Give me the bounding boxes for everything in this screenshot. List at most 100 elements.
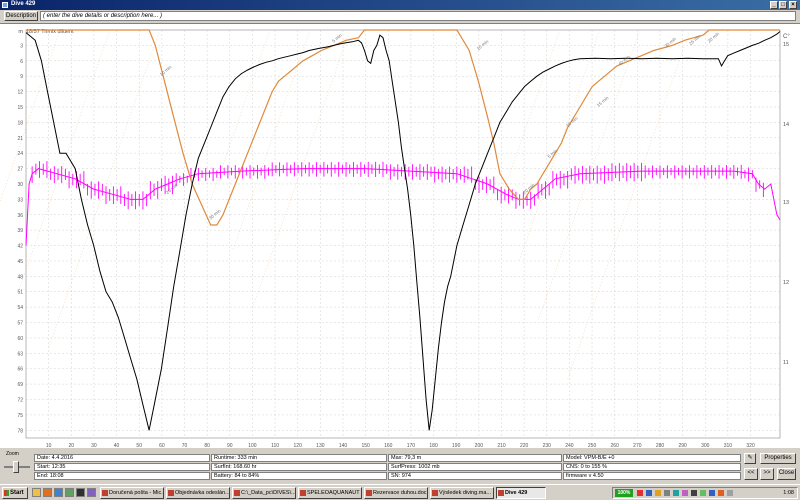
quicklaunch-browser-icon[interactable] — [43, 488, 52, 497]
temperature-tick-label: 13 — [783, 200, 789, 206]
description-button[interactable]: Description — [4, 11, 38, 21]
system-tray: 100% 1:08 — [612, 487, 798, 499]
task-app-icon — [300, 490, 306, 496]
depth-tick-label: 51 — [17, 290, 23, 296]
ceiling-diagonal — [500, 29, 561, 201]
dive-log-window: Dive 429 _ □ × Description ( enter the d… — [0, 0, 800, 500]
dive-profile-plot[interactable]: 3 6 9 12 15 18 21 24 27 30 33 36 39 42 45 48 51 54 57 60 63 6… — [0, 23, 800, 449]
depth-tick-label: 66 — [17, 367, 23, 373]
temperature-tick-label: 15 — [783, 42, 789, 48]
ceiling-diagonal — [18, 29, 111, 291]
depth-tick-label: 45 — [17, 259, 23, 265]
task-label: C:\_Data_pc\DIVES\... — [241, 490, 296, 496]
start-button[interactable]: Start — [2, 487, 28, 499]
depth-tick-label: 72 — [17, 398, 23, 404]
zoom-slider[interactable] — [4, 460, 30, 474]
depth-tick-label: 3 — [20, 43, 23, 49]
tray-messenger-icon[interactable] — [682, 490, 688, 496]
tray-update-icon[interactable] — [655, 490, 661, 496]
properties-button[interactable]: Properties — [760, 453, 796, 464]
tray-volume-icon[interactable] — [664, 490, 670, 496]
tray-power-icon[interactable] — [700, 490, 706, 496]
tray-keyboard-icon[interactable] — [727, 490, 733, 496]
depth-tick-label: 48 — [17, 274, 23, 280]
task-label: SPELEOAQUANAUT - C... — [307, 490, 361, 496]
ppo2-variation-bars — [31, 161, 764, 210]
depth-tick-label: 69 — [17, 382, 23, 388]
tray-network-icon[interactable] — [646, 490, 652, 496]
tray-bluetooth-icon[interactable] — [709, 490, 715, 496]
task-label: Rezervace duhou.doc... — [373, 490, 428, 496]
previous-dive-button[interactable]: << — [744, 468, 758, 480]
task-app-icon — [168, 490, 174, 496]
dive-info-panel: Zoom Date: 4.4.2016 Start: 12:35 End: 18… — [0, 448, 800, 484]
depth-tick-label: 6 — [20, 59, 23, 65]
temperature-tick-label: 14 — [783, 122, 789, 128]
description-bar: Description ( enter the dive details or … — [0, 10, 800, 22]
taskbar-task-button[interactable]: Dive 429 — [496, 487, 546, 499]
next-dive-button[interactable]: >> — [760, 468, 774, 480]
edit-icon[interactable]: ✎ — [744, 453, 756, 464]
task-label: Doručená pošta - Mic... — [109, 490, 164, 496]
task-app-icon — [366, 490, 372, 496]
task-app-icon — [432, 490, 438, 496]
depth-tick-label: 15 — [17, 105, 23, 111]
close-window-button[interactable]: × — [789, 1, 797, 9]
taskbar-task-button[interactable]: C:\_Data_pc\DIVES\... — [232, 487, 296, 499]
depth-tick-label: 42 — [17, 244, 23, 250]
title-bar[interactable]: Dive 429 _ □ × — [0, 0, 800, 10]
tray-sync-icon[interactable] — [673, 490, 679, 496]
ceiling-labels: 10 min20 min30 min5 min10 min20 min40 mi… — [159, 31, 721, 221]
maximize-button[interactable]: □ — [779, 1, 787, 9]
tray-clock: 1:08 — [783, 490, 794, 496]
surfint-field: SurfInt: 168.60 hr — [211, 463, 387, 471]
ceiling-label: 20 min — [707, 31, 721, 44]
depth-tick-label: 21 — [17, 136, 23, 142]
zoom-label: Zoom — [6, 451, 19, 457]
quicklaunch-desktop-icon[interactable] — [76, 488, 85, 497]
depth-tick-label: 27 — [17, 167, 23, 173]
quicklaunch-folder-icon[interactable] — [32, 488, 41, 497]
description-input[interactable]: ( enter the dive details or description … — [40, 11, 796, 21]
battery-indicator: 100% — [615, 489, 633, 497]
ceiling-time-diagonals — [0, 29, 691, 381]
tray-antivirus-icon[interactable] — [637, 490, 643, 496]
task-app-icon — [498, 490, 504, 496]
depth-tick-label: 33 — [17, 197, 23, 203]
tray-display-icon[interactable] — [691, 490, 697, 496]
temperature-axis-ticks: 15 14 13 12 11 — [783, 42, 789, 366]
taskbar-task-button[interactable]: Rezervace duhou.doc... — [364, 487, 428, 499]
close-button[interactable]: Close — [777, 468, 796, 480]
grid-lines — [25, 29, 781, 439]
taskbar-task-button[interactable]: Výsledek diving.ma... — [430, 487, 494, 499]
start-label: Start — [10, 490, 24, 496]
ceiling-label: 10 min — [565, 115, 579, 128]
taskbar-task-button[interactable]: Objednávka odeslán... — [166, 487, 230, 499]
depth-tick-label: 36 — [17, 213, 23, 219]
taskbar-task-button[interactable]: Doručená pošta - Mic... — [100, 487, 164, 499]
depth-tick-label: 54 — [17, 305, 23, 311]
depth-axis-ticks: 3691215182124273033363942454851545760636… — [17, 43, 23, 434]
quicklaunch-media-icon[interactable] — [87, 488, 96, 497]
quicklaunch-app-icon[interactable] — [65, 488, 74, 497]
minimize-button[interactable]: _ — [770, 1, 778, 9]
tray-java-icon[interactable] — [718, 490, 724, 496]
battery-field: Battery: 84 to 84% — [211, 472, 387, 480]
ceiling-diagonal — [538, 29, 641, 321]
depth-tick-label: 60 — [17, 336, 23, 342]
max-depth-field: Max: 79,3 m — [388, 454, 562, 462]
profile-chart: 3691215182124273033363942454851545760636… — [0, 29, 790, 449]
task-app-icon — [102, 490, 108, 496]
date-field: Date: 4.4.2016 — [34, 454, 210, 462]
depth-tick-label: 57 — [17, 321, 23, 327]
task-label: Dive 429 — [505, 490, 528, 496]
quicklaunch-explorer-icon[interactable] — [54, 488, 63, 497]
taskbar-task-button[interactable]: SPELEOAQUANAUT - C... — [298, 487, 362, 499]
temperature-tick-label: 12 — [783, 280, 789, 286]
depth-tick-label: 39 — [17, 228, 23, 234]
task-label: Objednávka odeslán... — [175, 490, 230, 496]
zoom-slider-thumb[interactable] — [13, 461, 19, 473]
serial-field: SN: 974 — [388, 472, 562, 480]
windows-logo-icon — [4, 490, 9, 496]
depth-tick-label: 18 — [17, 120, 23, 126]
